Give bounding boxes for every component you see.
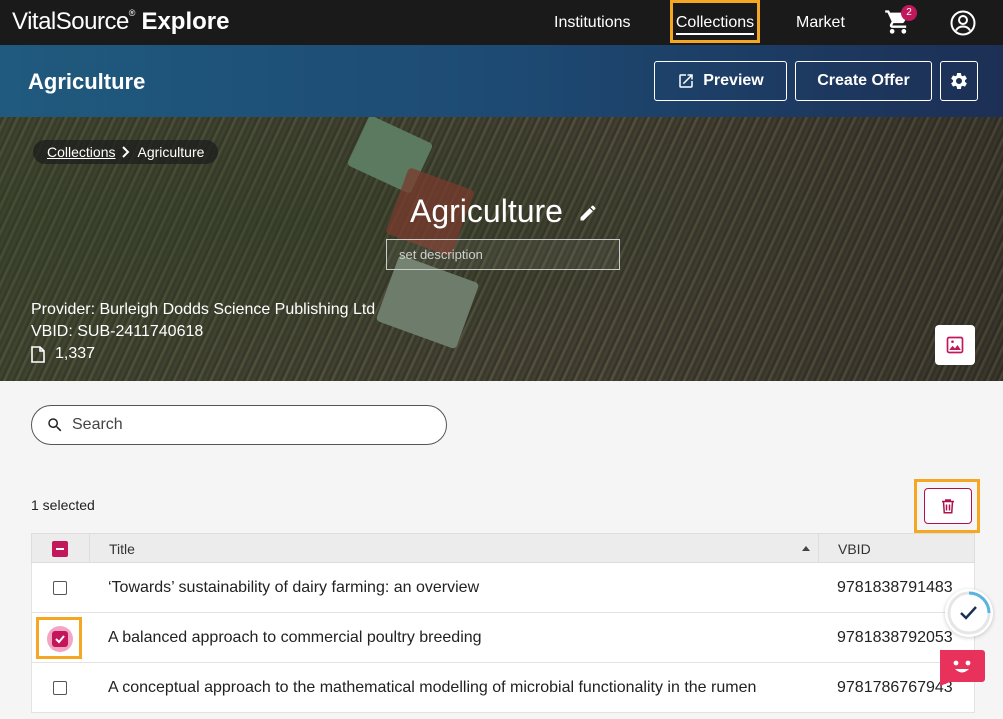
row-checkbox-highlight (36, 617, 82, 659)
create-offer-button[interactable]: Create Offer (795, 61, 932, 101)
chevron-right-icon (122, 146, 130, 158)
nav-link-market[interactable]: Market (796, 0, 845, 45)
brand-logo[interactable]: VitalSource® Explore (12, 8, 229, 36)
delete-button[interactable] (924, 488, 972, 524)
checkmark-icon (55, 635, 65, 644)
nav-link-collections-label: Collections (675, 14, 755, 35)
row-title: A conceptual approach to the mathematica… (108, 679, 757, 696)
trash-icon (942, 499, 954, 514)
table-row[interactable]: A balanced approach to commercial poultr… (31, 613, 975, 663)
search-input[interactable] (72, 416, 422, 434)
nav-link-collections[interactable]: Collections (670, 0, 760, 43)
sort-ascending-icon[interactable] (802, 546, 810, 551)
titles-table: Title VBID ‘Towards’ sustainability of d… (31, 533, 975, 713)
description-input[interactable] (386, 239, 620, 270)
hero-banner: Collections Agriculture Agriculture Prov… (0, 117, 1003, 381)
search-field[interactable] (31, 405, 447, 445)
collection-title: Agriculture (410, 193, 563, 229)
row-checkbox-checked[interactable] (52, 631, 68, 647)
preview-button-label: Preview (703, 72, 764, 89)
row-vbid: 9781838791483 (837, 579, 953, 596)
breadcrumb: Collections Agriculture (33, 140, 219, 164)
cart-badge: 2 (901, 5, 917, 21)
external-link-icon (679, 74, 693, 88)
collection-header: Agriculture Preview Create Offer (0, 45, 1003, 117)
vbid-text: VBID: SUB-2411740618 (31, 323, 204, 340)
progress-check-icon (947, 591, 991, 635)
row-title: ‘Towards’ sustainability of dairy farmin… (108, 579, 480, 596)
table-header: Title VBID (31, 533, 975, 563)
account-icon (950, 10, 976, 36)
row-checkbox[interactable] (53, 681, 67, 695)
row-title: A balanced approach to commercial poultr… (108, 629, 482, 646)
column-divider (818, 534, 819, 562)
row-vbid: 9781838792053 (837, 629, 953, 646)
checklist-progress-button[interactable] (945, 589, 993, 637)
search-icon (48, 418, 62, 432)
image-icon (946, 336, 964, 354)
gear-icon (951, 72, 967, 89)
table-row[interactable]: A conceptual approach to the mathematica… (31, 663, 975, 713)
row-checkbox[interactable] (53, 581, 67, 595)
account-button[interactable] (950, 10, 976, 36)
change-image-button[interactable] (935, 325, 975, 365)
chat-widget-button[interactable] (936, 648, 986, 686)
settings-button[interactable] (940, 61, 978, 101)
column-header-title[interactable]: Title (109, 541, 135, 557)
title-count-value: 1,337 (55, 345, 96, 362)
pencil-icon[interactable] (578, 203, 598, 223)
nav-link-institutions[interactable]: Institutions (554, 0, 630, 45)
document-icon (31, 345, 45, 363)
page-title: Agriculture (28, 69, 146, 94)
column-header-vbid[interactable]: VBID (838, 541, 871, 557)
top-nav: VitalSource® Explore Institutions Collect… (0, 0, 1003, 45)
delete-button-highlight (914, 479, 980, 533)
cart-button[interactable]: 2 (884, 5, 917, 38)
select-all-checkbox[interactable] (52, 541, 68, 557)
title-count: 1,337 (31, 345, 95, 363)
selected-count: 1 selected (31, 497, 95, 513)
select-all-cell (32, 534, 90, 562)
breadcrumb-link-collections[interactable]: Collections (47, 144, 115, 160)
chat-face-icon (940, 650, 985, 686)
create-offer-label: Create Offer (817, 72, 910, 89)
preview-button[interactable]: Preview (654, 61, 787, 101)
provider-text: Provider: Burleigh Dodds Science Publish… (31, 301, 376, 318)
table-row[interactable]: ‘Towards’ sustainability of dairy farmin… (31, 563, 975, 613)
breadcrumb-current: Agriculture (137, 144, 205, 160)
